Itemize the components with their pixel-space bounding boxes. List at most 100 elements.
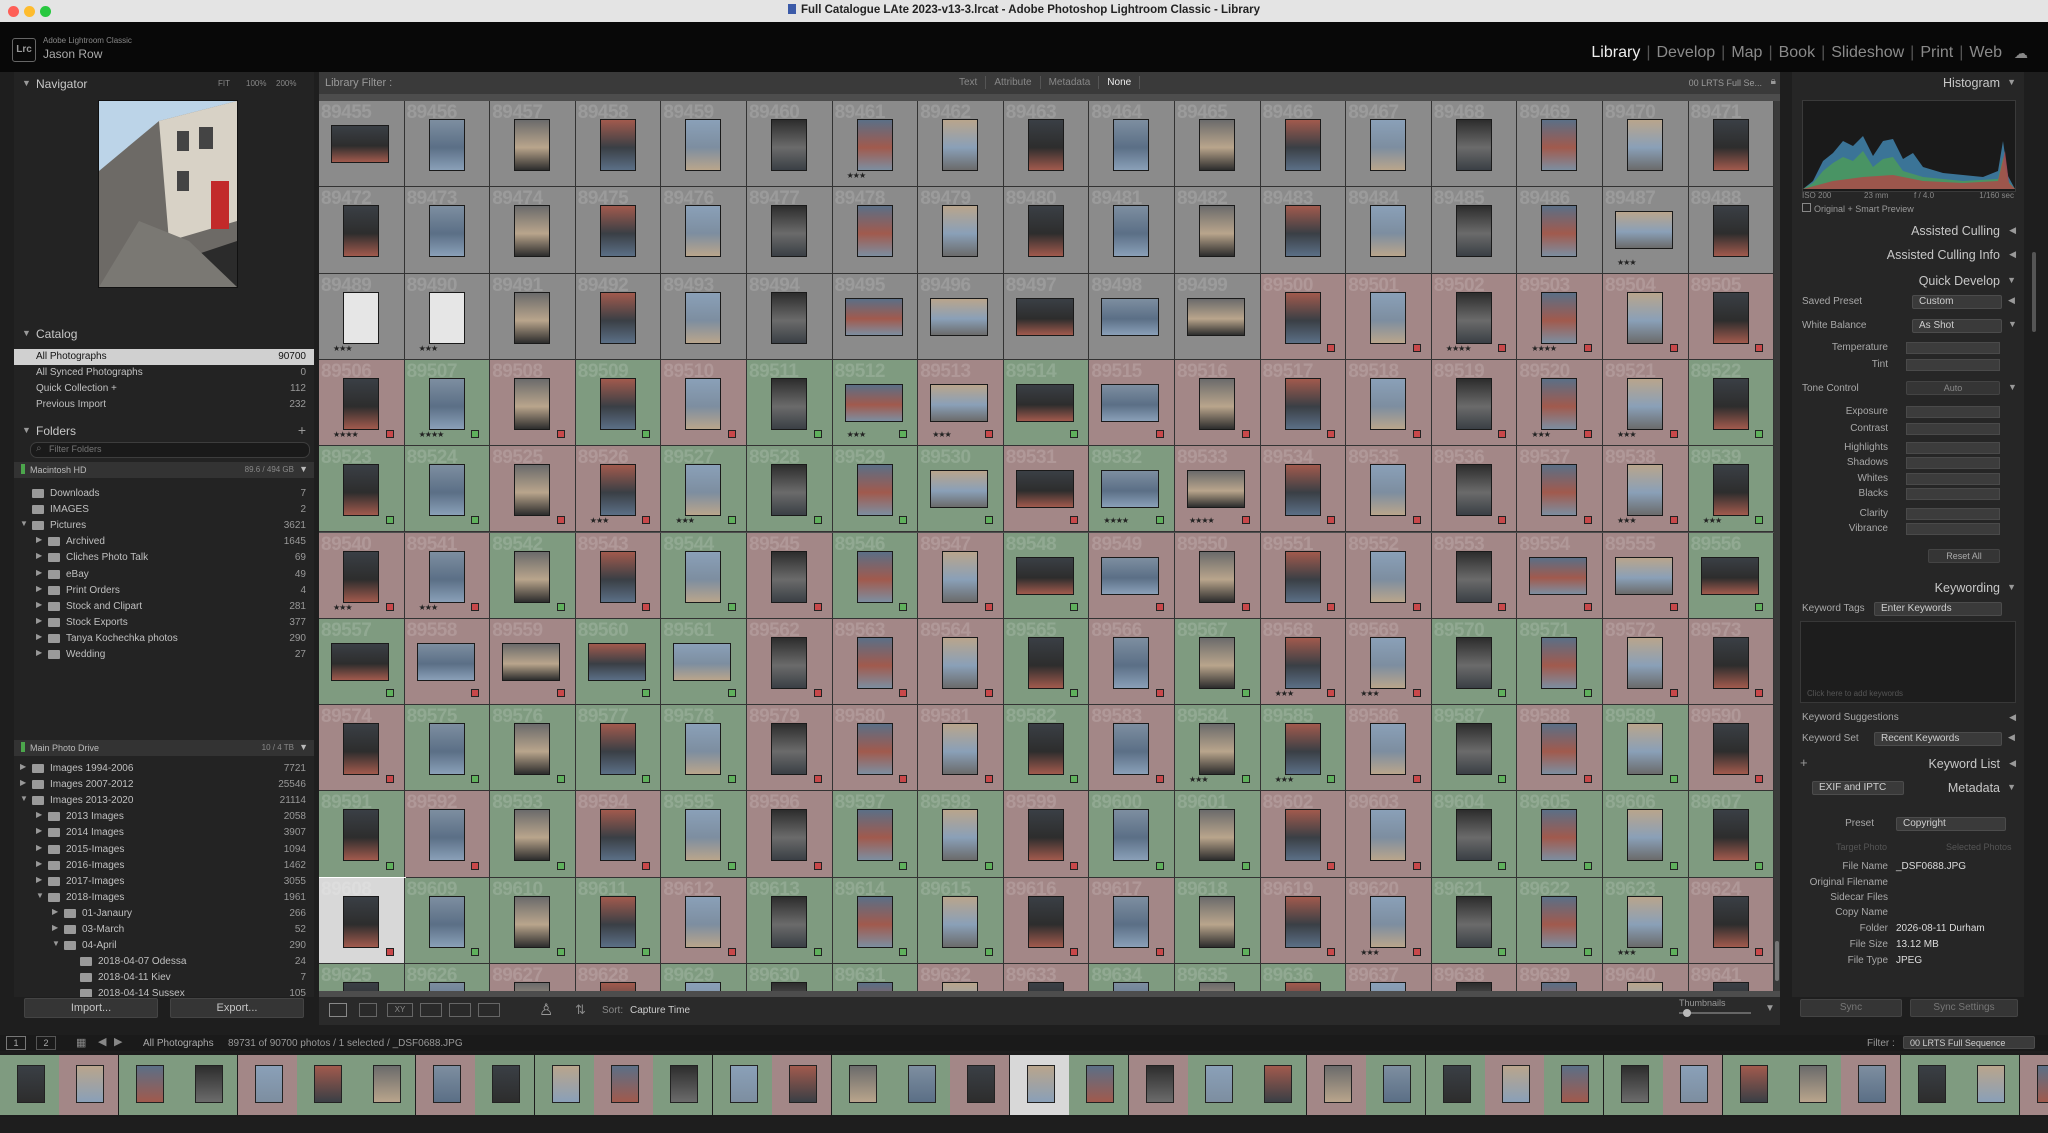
pick-flag-icon[interactable]	[813, 947, 822, 956]
photo-thumbnail[interactable]	[942, 636, 979, 689]
filter-preset-dropdown[interactable]: 00 LRTS Full Sequence	[1903, 1036, 2035, 1049]
grid-cell[interactable]: 89506 ★★★★	[319, 359, 405, 447]
filmstrip-cell[interactable]	[297, 1055, 356, 1115]
photo-thumbnail[interactable]	[856, 205, 893, 258]
grid-cell[interactable]: 89564	[918, 618, 1004, 706]
pick-flag-icon[interactable]	[1241, 775, 1250, 784]
photo-thumbnail[interactable]	[1370, 723, 1407, 776]
grid-cell[interactable]: 89502 ★★★★	[1431, 273, 1518, 360]
photo-thumbnail[interactable]	[685, 895, 722, 948]
grid-cell[interactable]: 89510	[661, 359, 747, 447]
photo-thumbnail[interactable]	[1284, 464, 1321, 517]
pick-flag-icon[interactable]	[1498, 775, 1507, 784]
grid-cell[interactable]: 89562	[747, 618, 833, 706]
keyword-set-dropdown[interactable]: Recent Keywords	[1874, 732, 2002, 746]
grid-cell[interactable]: 89590	[1688, 705, 1775, 792]
photo-thumbnail[interactable]	[1529, 556, 1588, 595]
module-develop[interactable]: Develop	[1650, 44, 1721, 62]
photo-thumbnail[interactable]	[428, 550, 465, 603]
reject-flag-icon[interactable]	[1583, 775, 1592, 784]
photo-thumbnail[interactable]	[1199, 636, 1235, 689]
folder-item[interactable]: ▶ Cliches Photo Talk 69	[14, 550, 314, 566]
folder-item[interactable]: ▼ Pictures 3621	[14, 518, 314, 534]
photo-thumbnail[interactable]	[856, 895, 893, 948]
photo-thumbnail[interactable]	[942, 809, 979, 862]
collapsed-triangle-icon[interactable]: ▶	[36, 843, 42, 852]
navigator-header[interactable]: ▼ Navigator FIT 100% 200%	[14, 74, 314, 94]
grid-cell[interactable]: 89640	[1603, 964, 1689, 991]
pick-flag-icon[interactable]	[984, 516, 993, 525]
reject-flag-icon[interactable]	[1070, 516, 1079, 525]
grid-cell[interactable]: 89523	[319, 446, 405, 533]
grid-cell[interactable]: 89522	[1688, 359, 1775, 447]
photo-thumbnail[interactable]	[331, 125, 389, 163]
pick-flag-icon[interactable]	[1755, 430, 1764, 439]
grid-cell[interactable]: 89540 ★★★	[319, 532, 405, 619]
pick-flag-icon[interactable]	[727, 602, 736, 611]
grid-cell[interactable]: 89632	[918, 964, 1004, 991]
photo-thumbnail[interactable]	[685, 377, 722, 430]
grid-cell[interactable]: 89533 ★★★★	[1175, 446, 1261, 533]
grid-cell[interactable]: 89608	[319, 876, 406, 965]
grid-cell[interactable]: 89598	[918, 791, 1004, 878]
photo-thumbnail[interactable]	[856, 982, 893, 991]
reject-flag-icon[interactable]	[1155, 602, 1164, 611]
grid-cell[interactable]: 89528	[747, 446, 833, 533]
reject-flag-icon[interactable]	[1241, 602, 1250, 611]
grid-cell[interactable]: 89569 ★★★	[1346, 618, 1432, 706]
pick-flag-icon[interactable]	[385, 861, 394, 870]
grid-cell[interactable]: 89568 ★★★	[1260, 618, 1347, 706]
pick-flag-icon[interactable]	[385, 516, 394, 525]
grid-cell[interactable]: 89541 ★★★	[404, 532, 491, 619]
grid-cell[interactable]: 89595	[661, 791, 747, 878]
photo-thumbnail[interactable]	[1541, 895, 1578, 948]
collapsed-triangle-icon[interactable]: ▶	[20, 762, 26, 771]
grid-cell[interactable]: 89605	[1517, 791, 1603, 878]
filmstrip-cell[interactable]	[1544, 1055, 1604, 1115]
photo-thumbnail[interactable]	[1113, 723, 1150, 776]
photo-thumbnail[interactable]	[1700, 556, 1759, 595]
zoom-100-option[interactable]: 100%	[246, 79, 266, 88]
pick-flag-icon[interactable]	[1755, 516, 1764, 525]
reject-flag-icon[interactable]	[471, 689, 480, 698]
pick-flag-icon[interactable]	[1669, 861, 1678, 870]
filmstrip-thumbnail[interactable]	[432, 1065, 461, 1103]
grid-cell[interactable]: 89591	[319, 791, 405, 878]
filmstrip-thumbnail[interactable]	[967, 1065, 996, 1103]
pick-flag-icon[interactable]	[1583, 861, 1592, 870]
grid-cell[interactable]: 89619	[1260, 877, 1347, 964]
grid-cell[interactable]: 89518	[1346, 359, 1432, 447]
filmstrip-cell[interactable]	[118, 1055, 178, 1115]
photo-thumbnail[interactable]	[1113, 636, 1150, 689]
photo-thumbnail[interactable]	[771, 982, 807, 991]
filmstrip-thumbnail[interactable]	[17, 1065, 45, 1103]
filmstrip-thumbnail[interactable]	[2036, 1065, 2048, 1103]
photo-thumbnail[interactable]	[1284, 982, 1321, 991]
grid-cell[interactable]: 89463	[1003, 101, 1090, 188]
grid-cell[interactable]: 89512 ★★★	[832, 359, 919, 447]
pick-flag-icon[interactable]	[385, 689, 394, 698]
photo-thumbnail[interactable]	[771, 550, 807, 603]
collapsed-triangle-icon[interactable]: ▶	[52, 923, 58, 932]
grid-cell[interactable]: 89529	[832, 446, 919, 533]
grid-cell[interactable]: 89524	[404, 446, 491, 533]
metadata-header[interactable]: EXIF and IPTC Metadata ▼	[1792, 777, 2024, 799]
grid-cell[interactable]: 89580	[832, 705, 919, 792]
grid-cell[interactable]: 89588	[1517, 705, 1603, 792]
photo-thumbnail[interactable]	[1455, 464, 1492, 517]
grid-cell[interactable]: 89537	[1517, 446, 1603, 533]
photo-thumbnail[interactable]	[1455, 550, 1492, 603]
qd-highlights-buttons[interactable]	[1906, 442, 2000, 454]
filmstrip-thumbnail[interactable]	[1502, 1065, 1530, 1103]
photo-thumbnail[interactable]	[599, 464, 636, 517]
photo-thumbnail[interactable]	[1541, 377, 1578, 430]
reject-flag-icon[interactable]	[385, 775, 394, 784]
photo-thumbnail[interactable]	[1455, 205, 1492, 258]
grid-cell[interactable]: 89493	[661, 273, 747, 360]
filter-tab-metadata[interactable]: Metadata	[1041, 76, 1100, 89]
photo-thumbnail[interactable]	[343, 723, 379, 776]
photo-thumbnail[interactable]	[844, 383, 903, 422]
filmstrip-cell[interactable]	[356, 1055, 416, 1115]
photo-thumbnail[interactable]	[1027, 205, 1064, 258]
pick-flag-icon[interactable]	[556, 947, 565, 956]
